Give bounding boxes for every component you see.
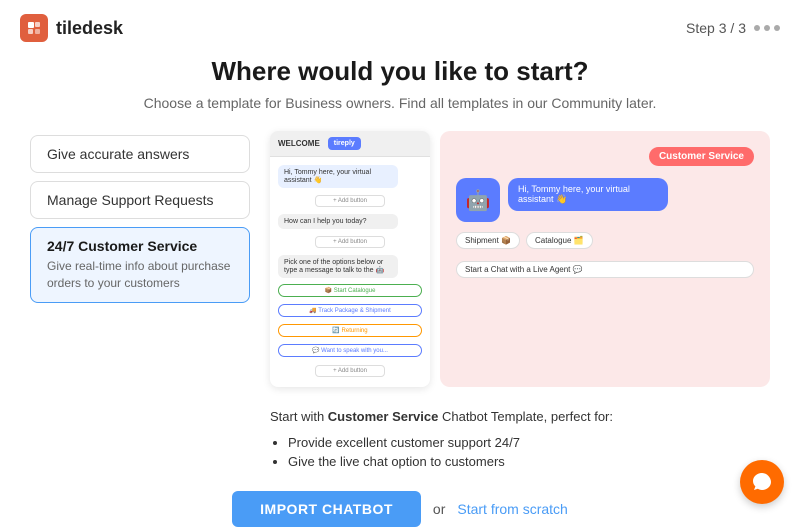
dot-3 (774, 25, 780, 31)
chat-brand: tireply (328, 137, 361, 150)
info-section: Start with Customer Service Chatbot Temp… (270, 397, 770, 473)
page-subtitle: Choose a template for Business owners. F… (30, 95, 770, 111)
import-chatbot-button[interactable]: IMPORT CHATBOT (232, 491, 421, 527)
template-title-manage-support: Manage Support Requests (47, 192, 233, 208)
info-bold: Customer Service (328, 409, 439, 424)
info-suffix: Chatbot Template, perfect for: (438, 409, 613, 424)
chat-fab-button[interactable] (740, 460, 784, 504)
chat-mockup: WELCOME tireply Hi, Tommy here, your vir… (270, 131, 430, 387)
chat-opt-speak[interactable]: 💬 Want to speak with you... (278, 344, 422, 357)
chat-opt-returning[interactable]: 🔄 Returning (278, 324, 422, 337)
page-title: Where would you like to start? (30, 56, 770, 87)
add-button-2[interactable]: + Add button (315, 236, 385, 248)
dot-2 (764, 25, 770, 31)
chat-opt-track[interactable]: 🚚 Track Package & Shipment (278, 304, 422, 317)
template-item-give-accurate[interactable]: Give accurate answers (30, 135, 250, 173)
or-text: or (433, 501, 445, 517)
chat-greeting-bubble: Hi, Tommy here, your virtual assistant 👋 (278, 165, 398, 188)
step-indicator: Step 3 / 3 (686, 20, 780, 36)
footer: IMPORT CHATBOT or Start from scratch (30, 491, 770, 527)
right-panel: WELCOME tireply Hi, Tommy here, your vir… (270, 131, 770, 473)
start-from-scratch-link[interactable]: Start from scratch (457, 501, 567, 517)
cs-option-shipment[interactable]: Shipment 📦 (456, 232, 520, 249)
template-title-give-accurate: Give accurate answers (47, 146, 233, 162)
preview-container: WELCOME tireply Hi, Tommy here, your vir… (270, 131, 770, 387)
cs-option-catalogue[interactable]: Catalogue 🗂️ (526, 232, 593, 249)
info-prefix: Start with (270, 409, 328, 424)
cs-bot-icon: 🤖 (456, 178, 500, 222)
template-item-customer-service[interactable]: 24/7 Customer Service Give real-time inf… (30, 227, 250, 303)
chat-opt-catalogue[interactable]: 📦 Start Catalogue (278, 284, 422, 297)
cs-badge: Customer Service (649, 147, 754, 166)
template-title-customer-service: 24/7 Customer Service (47, 238, 233, 254)
chat-header: WELCOME tireply (270, 131, 430, 157)
cs-graphic: Customer Service 🤖 Hi, Tommy here, your … (440, 131, 770, 387)
template-desc-customer-service: Give real-time info about purchase order… (47, 258, 233, 292)
cs-option-live-agent[interactable]: Start a Chat with a Live Agent 💬 (456, 261, 754, 278)
template-item-manage-support[interactable]: Manage Support Requests (30, 181, 250, 219)
step-dots (754, 25, 780, 31)
cs-options: Shipment 📦 Catalogue 🗂️ (456, 230, 754, 251)
info-bullet-2: Give the live chat option to customers (288, 454, 770, 469)
add-button-3[interactable]: + Add button (315, 365, 385, 377)
main-content: Where would you like to start? Choose a … (0, 56, 800, 527)
info-bullet-1: Provide excellent customer support 24/7 (288, 435, 770, 450)
chat-body: Hi, Tommy here, your virtual assistant 👋… (270, 157, 430, 387)
chat-option-text-bubble: Pick one of the options below or type a … (278, 255, 398, 278)
logo-icon (20, 14, 48, 42)
header: tiledesk Step 3 / 3 (0, 0, 800, 56)
add-button-1[interactable]: + Add button (315, 195, 385, 207)
logo-text: tiledesk (56, 18, 123, 39)
content-area: Give accurate answers Manage Support Req… (30, 131, 770, 473)
info-text: Start with Customer Service Chatbot Temp… (270, 407, 770, 427)
cs-greeting-bubble: Hi, Tommy here, your virtual assistant 👋 (508, 178, 668, 211)
logo: tiledesk (20, 14, 123, 42)
step-text: Step 3 / 3 (686, 20, 746, 36)
dot-1 (754, 25, 760, 31)
template-list: Give accurate answers Manage Support Req… (30, 131, 250, 473)
chat-welcome-label: WELCOME (278, 139, 320, 148)
chat-question-bubble: How can I help you today? (278, 214, 398, 229)
info-list: Provide excellent customer support 24/7 … (270, 435, 770, 469)
